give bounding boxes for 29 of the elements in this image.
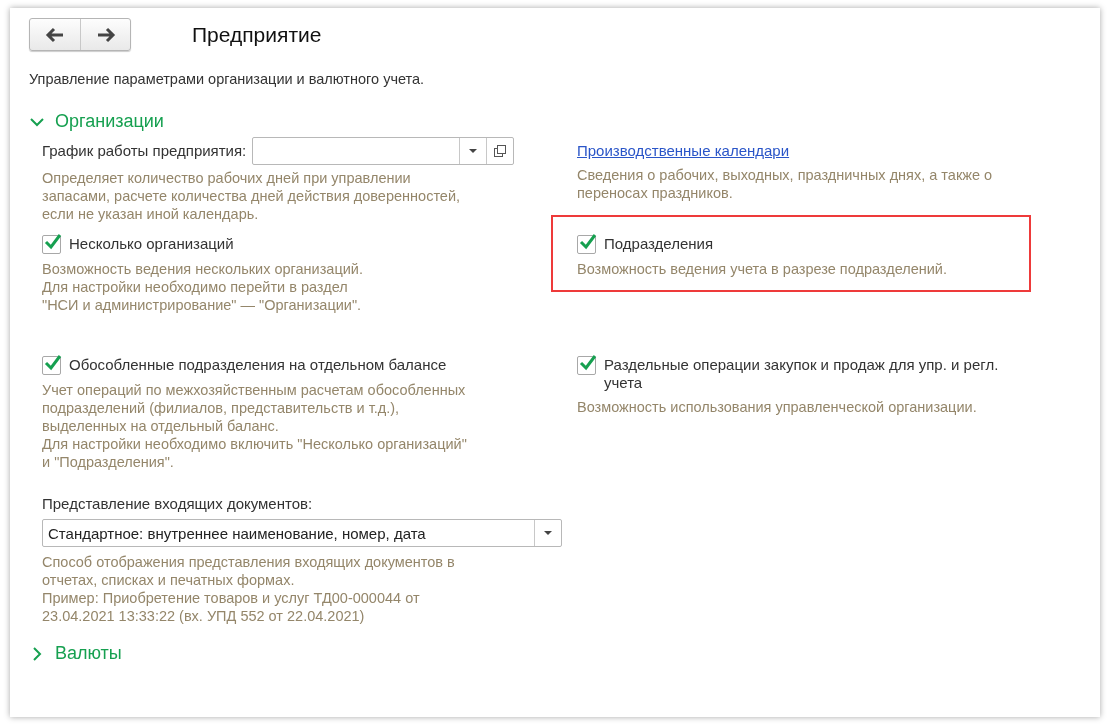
page-title: Предприятие (192, 22, 322, 47)
checkbox-label: Раздельные операции закупок и продаж для упр. и регл. учета (604, 356, 999, 392)
hint-text: Возможность ведения учета в разрезе подразделений. (577, 260, 948, 278)
checkbox[interactable] (577, 235, 596, 254)
hint-text: Учет операций по межхозяйственным расчетам обособленных подразделений (филиалов, представительств и т.д.), выделенных на отдельный баланс. Для настройки необходимо включить "Несколько организаций" и "Подразделения". (42, 381, 468, 471)
caret-icon (469, 149, 478, 153)
hint-text: Сведения о рабочих, выходных, праздничных днях, а также о переносах праздников. (577, 166, 994, 202)
dropdown-field[interactable]: Стандартное: внутреннее наименование, номер, дата (42, 519, 562, 547)
calendars-link[interactable]: Производственные календари (577, 142, 790, 159)
checkbox[interactable] (577, 356, 596, 375)
hint-text: Возможность ведения нескольких организаций. Для настройки необходимо перейти в раздел "НСИ и администрирование" — "Организации". (42, 260, 364, 314)
schedule-field[interactable] (252, 137, 515, 165)
checkbox-label: Несколько организаций (69, 235, 234, 253)
checkbox-label: Подразделения (604, 235, 714, 253)
hint-text: Возможность использования управленческой организации. (577, 398, 978, 416)
checkbox[interactable] (42, 235, 61, 254)
field-label: Представление входящих документов: (42, 495, 313, 512)
field-label: График работы предприятия: (42, 142, 247, 160)
arrow-right-icon (95, 26, 116, 43)
caret-icon (544, 531, 552, 535)
arrow-left-icon (45, 26, 65, 43)
hint-text: Определяет количество рабочих дней при управлении запасами, расчете количества дней действия доверенностей, если не указан иной календарь. (42, 169, 462, 223)
checkbox-label: Обособленные подразделения на отдельном балансе (69, 356, 447, 374)
section-title[interactable]: Организации (55, 111, 164, 132)
section-title[interactable]: Валюты (55, 643, 122, 664)
page-description: Управление параметрами организации и валютного учета. (29, 71, 426, 87)
hint-text: Способ отображения представления входящих документов в отчетах, списках и печатных формах. Пример: Приобретение товаров и услуг ТД00-000044 от 23.04.2021 13:33:22 (вх. УПД 552 от 22.04.2021) (42, 553, 456, 625)
checkbox[interactable] (42, 356, 61, 375)
open-window-icon (494, 145, 507, 157)
